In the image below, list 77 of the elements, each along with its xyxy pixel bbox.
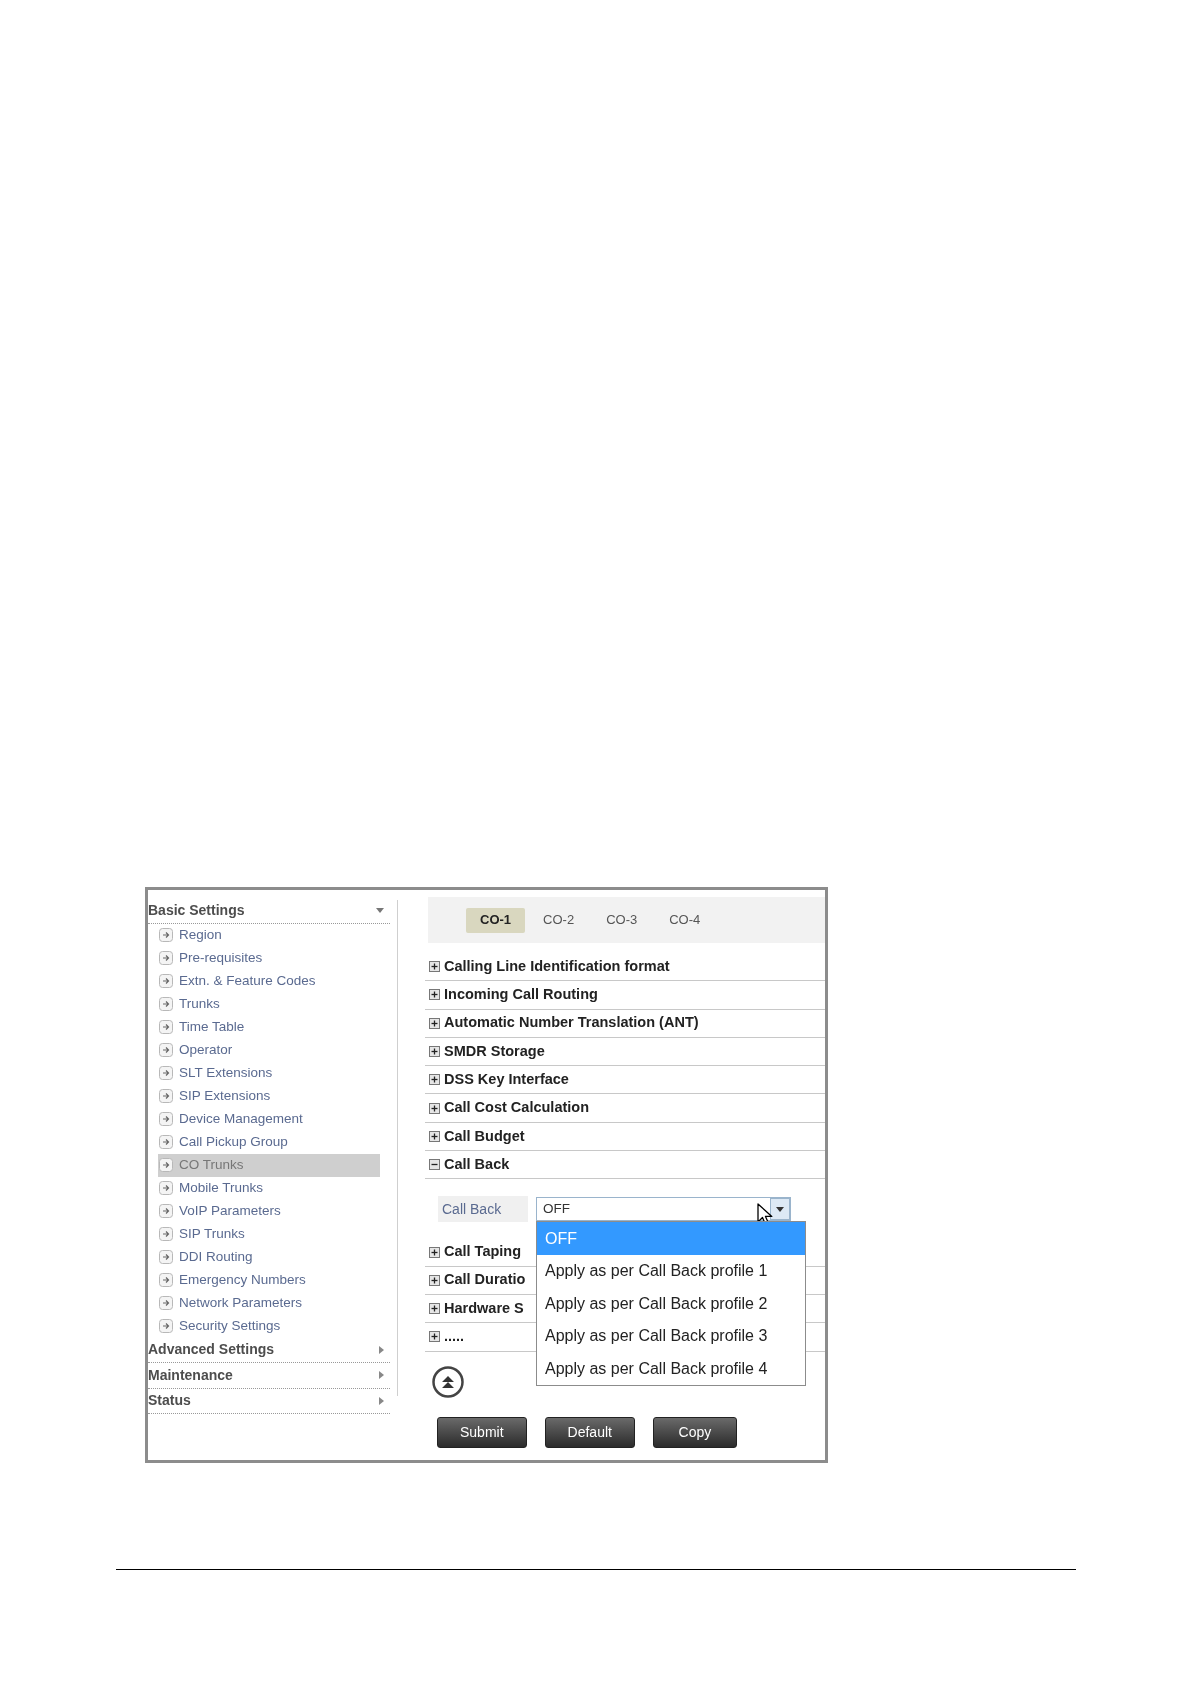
arrow-icon <box>159 1020 173 1034</box>
dropdown-option[interactable]: Apply as per Call Back profile 1 <box>537 1254 805 1288</box>
arrow-icon <box>159 1135 173 1149</box>
expand-icon[interactable] <box>429 961 440 973</box>
menu-item[interactable]: Extn. & Feature Codes <box>158 969 380 993</box>
tab[interactable]: CO-2 <box>529 907 589 933</box>
menu-item[interactable]: DDI Routing <box>158 1245 380 1269</box>
menu-item[interactable]: VoIP Parameters <box>158 1199 380 1223</box>
action-button[interactable]: Submit <box>437 1416 527 1448</box>
arrow-icon <box>159 1181 173 1195</box>
menu-group-title[interactable]: Basic Settings <box>148 899 245 921</box>
arrow-icon <box>159 951 173 965</box>
arrow-icon <box>159 1158 173 1172</box>
dropdown-option[interactable]: Apply as per Call Back profile 2 <box>537 1287 805 1320</box>
arrow-icon <box>159 1319 173 1333</box>
menu-item[interactable]: Mobile Trunks <box>158 1176 380 1200</box>
field-label: Call Back <box>438 1196 528 1223</box>
expand-icon[interactable] <box>429 1046 440 1058</box>
arrow-icon <box>159 1250 173 1264</box>
menu-item[interactable]: Trunks <box>158 992 380 1016</box>
expand-icon[interactable] <box>429 989 440 1001</box>
menu-item[interactable]: Emergency Numbers <box>158 1268 380 1292</box>
arrow-icon <box>159 1112 173 1126</box>
section-title[interactable]: SMDR Storage <box>444 1040 545 1063</box>
arrow-icon <box>159 974 173 988</box>
scroll-up-icon[interactable] <box>432 1365 464 1398</box>
expand-icon[interactable] <box>429 1102 440 1114</box>
dropdown-option[interactable]: Apply as per Call Back profile 3 <box>537 1319 805 1353</box>
action-button[interactable]: Copy <box>652 1416 737 1448</box>
expand-icon[interactable] <box>429 1074 440 1086</box>
menu-item[interactable]: Region <box>158 923 380 947</box>
section-title[interactable]: Incoming Call Routing <box>444 984 598 1006</box>
select-field[interactable]: OFF <box>536 1197 791 1222</box>
section-title[interactable]: ..... <box>444 1326 465 1348</box>
section-title[interactable]: Call Cost Calculation <box>444 1097 590 1119</box>
arrow-icon <box>159 1204 173 1218</box>
tab[interactable]: CO-1 <box>466 907 526 933</box>
menu-group-title[interactable]: Status <box>148 1390 191 1412</box>
section-title[interactable]: DSS Key Interface <box>444 1068 569 1091</box>
expand-icon[interactable] <box>429 1246 440 1258</box>
menu-group-title[interactable]: Maintenance <box>148 1364 233 1386</box>
section-title[interactable]: Call Budget <box>444 1125 525 1148</box>
section-title[interactable]: Call Duratio <box>444 1269 526 1292</box>
menu-item[interactable]: Pre-requisites <box>158 946 380 970</box>
arrow-icon <box>159 1066 173 1080</box>
action-button[interactable]: Default <box>544 1416 635 1448</box>
arrow-icon <box>159 928 173 942</box>
menu-item[interactable]: Time Table <box>158 1015 380 1039</box>
menu-group-title[interactable]: Advanced Settings <box>148 1339 275 1361</box>
collapse-icon[interactable] <box>429 1159 440 1171</box>
arrow-icon <box>159 997 173 1011</box>
arrow-icon <box>159 1089 173 1103</box>
expand-icon[interactable] <box>429 1017 440 1029</box>
section-title[interactable]: Calling Line Identification format <box>444 955 670 978</box>
dropdown-option[interactable]: Apply as per Call Back profile 4 <box>537 1352 805 1385</box>
menu-item[interactable]: SLT Extensions <box>158 1061 380 1085</box>
tab[interactable]: CO-3 <box>592 907 652 933</box>
menu-item[interactable]: Network Parameters <box>158 1291 380 1315</box>
expand-icon[interactable] <box>429 1130 440 1142</box>
expand-icon[interactable] <box>429 1303 440 1315</box>
section-title[interactable]: Call Back <box>444 1153 510 1176</box>
menu-item[interactable]: Operator <box>158 1038 380 1062</box>
arrow-icon <box>159 1043 173 1057</box>
menu-item[interactable]: Call Pickup Group <box>158 1130 380 1154</box>
arrow-icon <box>159 1296 173 1310</box>
expand-icon[interactable] <box>429 1331 440 1343</box>
menu-item[interactable]: Device Management <box>158 1107 380 1131</box>
section-title[interactable]: Call Taping <box>444 1241 522 1263</box>
tab[interactable]: CO-4 <box>655 907 715 933</box>
section-title[interactable]: Hardware S <box>444 1297 524 1320</box>
menu-item[interactable]: SIP Extensions <box>158 1084 380 1108</box>
arrow-icon <box>159 1227 173 1241</box>
menu-item[interactable]: SIP Trunks <box>158 1222 380 1246</box>
section-title[interactable]: Automatic Number Translation (ANT) <box>444 1012 699 1035</box>
menu-item[interactable]: Security Settings <box>158 1314 380 1338</box>
expand-icon[interactable] <box>429 1274 440 1286</box>
arrow-icon <box>159 1273 173 1287</box>
